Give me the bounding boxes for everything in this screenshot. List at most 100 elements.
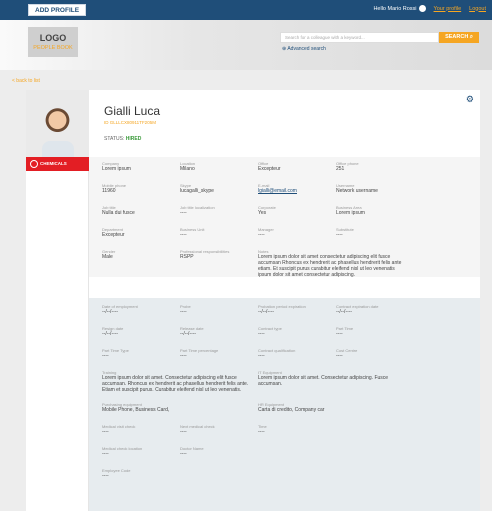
info-field: Doctor Name ---- xyxy=(180,446,255,457)
field-value: ---- xyxy=(258,232,265,238)
info-row: Job title Nulla dui fusce Job title locali… xyxy=(89,205,480,227)
profile-status: STATUS: HIRED xyxy=(104,136,141,142)
search-input[interactable]: Search for a colleague with a keyword... xyxy=(280,32,439,43)
info-field: Company Lorem ipsum xyxy=(102,161,177,172)
department-tag: CHEMICALS xyxy=(26,157,89,171)
logo[interactable]: LOGO PEOPLE BOOK xyxy=(28,27,78,57)
search-button[interactable]: SEARCH ⌕ xyxy=(439,32,479,43)
status-badge: HIRED xyxy=(125,136,142,142)
field-value: Lorem ipsum xyxy=(336,210,365,216)
info-field: IT Equipment Lorem ipsum dolor sit amet. … xyxy=(258,370,408,387)
info-field: Contract type ---- xyxy=(258,326,333,337)
info-field: Employee Code ---- xyxy=(102,468,177,479)
add-profile-button[interactable]: ADD PROFILE xyxy=(28,4,87,16)
field-value: 251 xyxy=(336,166,345,172)
logout-link[interactable]: Logout xyxy=(469,6,486,12)
info-row: Part Time Type ---- Part Time percentage --… xyxy=(89,348,480,370)
field-value: --/--/---- xyxy=(102,331,119,337)
field-value: ---- xyxy=(258,429,265,435)
field-value: Lorem ipsum xyxy=(102,166,131,172)
back-link[interactable]: < back to list xyxy=(12,78,40,84)
info-field: Username Network username xyxy=(336,183,411,194)
logo-text: LOGO xyxy=(39,33,67,43)
user-menu: Hello Mario Rossi Your profile Logout xyxy=(373,5,486,12)
profile-name: Gialli Luca xyxy=(104,104,161,118)
field-value: ---- xyxy=(336,353,343,359)
info-row: Employee Code ---- xyxy=(89,468,480,490)
your-profile-link[interactable]: Your profile xyxy=(434,6,462,12)
hello-text: Hello Mario Rossi xyxy=(373,5,426,12)
field-value: Carta di credito, Company car xyxy=(258,407,325,413)
field-value: Yes xyxy=(258,210,267,216)
field-value: ---- xyxy=(102,429,109,435)
info-field: Probation period expiration --/--/---- xyxy=(258,304,333,315)
field-value: --/--/---- xyxy=(180,331,197,337)
field-value: --/--/---- xyxy=(102,309,119,315)
field-value: Lorem ipsum dolor sit amet. Consectetur … xyxy=(102,375,249,393)
field-value: ---- xyxy=(180,353,187,359)
field-value: Male xyxy=(102,254,113,260)
info-field: Contract expiration date --/--/---- xyxy=(336,304,411,315)
employment-info-section: Date of employment --/--/---- Probe ---- Pro… xyxy=(89,298,480,511)
info-field: Mobile phone 11960 xyxy=(102,183,177,194)
info-field: Part Time percentage ---- xyxy=(180,348,255,359)
info-field: Job title localization ---- xyxy=(180,205,255,216)
info-field: E-mail lgialli@email.com xyxy=(258,183,333,194)
field-value: ---- xyxy=(336,232,343,238)
search-icon: ⌕ xyxy=(469,34,473,40)
info-field: Probe ---- xyxy=(180,304,255,315)
info-row: Medical visit check ---- Next medical chec… xyxy=(89,424,480,446)
info-field: Location Milano xyxy=(180,161,255,172)
field-value: Excepteur xyxy=(258,166,281,172)
field-value: ---- xyxy=(180,429,187,435)
field-value: ---- xyxy=(180,309,187,315)
top-bar: ADD PROFILE Hello Mario Rossi Your profi… xyxy=(0,0,492,20)
general-info-section: Company Lorem ipsum Location Milano Office Ex… xyxy=(89,157,480,278)
info-row: Mobile phone 11960 Skype lucagalli_skype E-m… xyxy=(89,183,480,205)
info-field: Medical visit check ---- xyxy=(102,424,177,435)
chemicals-icon xyxy=(30,160,38,168)
info-field: Job title Nulla dui fusce xyxy=(102,205,177,216)
info-field: Part Time ---- xyxy=(336,326,411,337)
info-field: Date of employment --/--/---- xyxy=(102,304,177,315)
profile-sidebar: CHEMICALS xyxy=(26,90,89,511)
hello-label: Hello Mario Rossi xyxy=(373,5,417,12)
info-field: Part Time Type ---- xyxy=(102,348,177,359)
info-field: Corporate Yes xyxy=(258,205,333,216)
field-value: ---- xyxy=(180,210,187,216)
info-field: Medical check location ---- xyxy=(102,446,177,457)
user-icon[interactable] xyxy=(418,5,426,12)
info-row: Company Lorem ipsum Location Milano Office Ex… xyxy=(89,161,480,183)
field-value: 11960 xyxy=(102,188,116,194)
field-value: ---- xyxy=(180,451,187,457)
profile-photo xyxy=(26,90,89,157)
info-row: Purchasing equipment Mobile Phone, Busine… xyxy=(89,402,480,424)
info-row: Date of employment --/--/---- Probe ---- Pro… xyxy=(89,304,480,326)
logo-subtitle: PEOPLE BOOK xyxy=(33,45,73,51)
gear-icon[interactable]: ⚙ xyxy=(466,94,474,105)
info-row: Gender Male Professional responsibilities R… xyxy=(89,249,480,278)
info-field: Manager ---- xyxy=(258,227,333,238)
field-value: Mobile Phone, Business Card, xyxy=(102,407,170,413)
profile-card: CHEMICALS ⚙ Gialli Luca ID GLLLCX80911TF… xyxy=(26,90,480,511)
department-tag-label: CHEMICALS xyxy=(40,161,67,166)
info-field: Release date --/--/---- xyxy=(180,326,255,337)
field-value: --/--/---- xyxy=(336,309,353,315)
header: LOGO PEOPLE BOOK Search for a colleague … xyxy=(0,20,492,70)
info-field: Office Excepteur xyxy=(258,161,333,172)
info-field: HR Equipment Carta di credito, Company ca… xyxy=(258,402,408,413)
field-value: ---- xyxy=(180,232,187,238)
info-row: Department Excepteur Business Unit ---- Mana… xyxy=(89,227,480,249)
info-field: Next medical check ---- xyxy=(180,424,255,435)
field-value: --/--/---- xyxy=(258,309,275,315)
advanced-search-link[interactable]: ⊕ Advanced search xyxy=(282,46,326,52)
field-value: Lorem ipsum dolor sit amet. Consectetur … xyxy=(258,375,389,387)
info-field: Office phone 251 xyxy=(336,161,411,172)
plus-icon: ⊕ xyxy=(282,46,287,52)
info-row: Medical check location ---- Doctor Name ---… xyxy=(89,446,480,468)
field-value[interactable]: lgialli@email.com xyxy=(258,188,333,194)
info-field: Resign date --/--/---- xyxy=(102,326,177,337)
info-field: Skype lucagalli_skype xyxy=(180,183,255,194)
field-value: ---- xyxy=(102,353,109,359)
info-field: Training Lorem ipsum dolor sit amet. Cons… xyxy=(102,370,252,393)
